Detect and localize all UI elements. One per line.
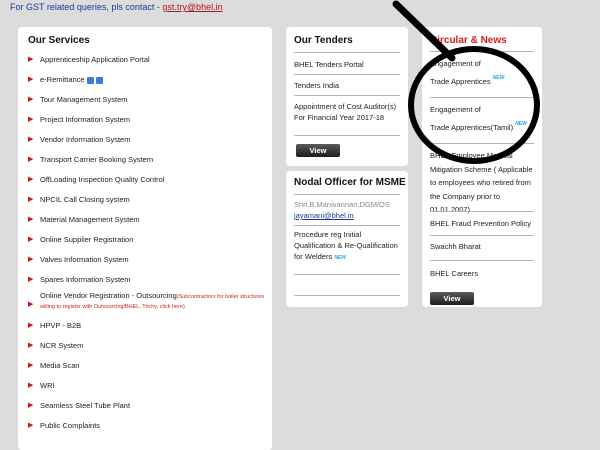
arrow-right-icon: ▶ <box>28 342 34 349</box>
tenders-title: Our Tenders <box>294 35 353 46</box>
service-item-vendor-outsourcing[interactable]: ▶ Online Vendor Registration - Outsourcin… <box>28 291 268 311</box>
arrow-right-icon: ▶ <box>28 216 34 223</box>
arrow-right-icon: ▶ <box>28 276 34 283</box>
services-list: ▶ Apprenticeship Application Portal ▶ e-Re… <box>28 56 268 430</box>
nodal-officer-panel: Nodal Officer for MSME Shri.B.Manivannan… <box>286 171 408 307</box>
news-view-button[interactable]: View <box>430 292 474 305</box>
nodal-title: Nodal Officer for MSME <box>294 177 406 188</box>
service-item-ncr-system[interactable]: ▶ NCR System <box>28 342 268 350</box>
divider <box>430 143 534 144</box>
arrow-right-icon: ▶ <box>28 301 34 308</box>
divider <box>294 274 400 275</box>
arrow-right-icon: ▶ <box>28 76 34 83</box>
arrow-right-icon: ▶ <box>28 96 34 103</box>
new-badge-icon: NEW <box>492 75 505 81</box>
arrow-right-icon: ▶ <box>28 116 34 123</box>
service-item-hpvp-b2b[interactable]: ▶ HPVP - B2B <box>28 322 268 330</box>
info-icon[interactable] <box>95 76 103 84</box>
service-item-supplier-registration[interactable]: ▶ Online Supplier Registration <box>28 236 268 244</box>
news-item-trade-apprentices[interactable]: Engagement of Trade Apprentices NEW <box>430 58 504 87</box>
service-item-valves-information[interactable]: ▶ Valves Information System <box>28 256 268 264</box>
arrow-right-icon: ▶ <box>28 156 34 163</box>
divider <box>430 211 534 212</box>
service-item-apprenticeship[interactable]: ▶ Apprenticeship Application Portal <box>28 56 268 64</box>
arrow-right-icon: ▶ <box>28 196 34 203</box>
welder-qualification-link[interactable]: Procedure reg Initial Qualification & Re… <box>294 229 404 264</box>
service-item-transport-carrier[interactable]: ▶ Transport Carrier Booking System <box>28 156 268 164</box>
service-item-offloading-inspection[interactable]: ▶ OffLoading Inspection Quality Control <box>28 176 268 184</box>
our-tenders-panel: Our Tenders BHEL Tenders Portal Tenders … <box>286 27 408 166</box>
divider <box>294 74 400 75</box>
arrow-right-icon: ▶ <box>28 382 34 389</box>
arrow-right-icon: ▶ <box>28 136 34 143</box>
new-badge-icon: NEW <box>515 121 527 127</box>
nodal-officer-email[interactable]: jayamani@bhel.in <box>294 210 354 221</box>
divider <box>294 295 400 296</box>
arrow-right-icon: ▶ <box>28 236 34 243</box>
our-services-panel: Our Services ▶ Apprenticeship Application… <box>18 27 272 450</box>
news-item-fraud-policy[interactable]: BHEL Fraud Prevention Policy <box>430 218 531 229</box>
service-item-material-management[interactable]: ▶ Material Management System <box>28 216 268 224</box>
divider <box>294 194 400 195</box>
divider <box>294 52 400 53</box>
info-icon[interactable] <box>86 76 94 84</box>
news-title: Circular & News <box>430 35 507 46</box>
service-item-npcil[interactable]: ▶ NPCIL Call Closing system <box>28 196 268 204</box>
arrow-right-icon: ▶ <box>28 422 34 429</box>
service-item-seamless-steel[interactable]: ▶ Seamless Steel Tube Plant <box>28 402 268 410</box>
tender-link-cost-auditor[interactable]: Appointment of Cost Auditor(s) For Finan… <box>294 101 402 123</box>
divider <box>294 225 400 226</box>
nodal-officer-name: Shri.B.Manivannan,DGM/OS <box>294 200 390 209</box>
arrow-right-icon: ▶ <box>28 176 34 183</box>
tender-link-bhel-portal[interactable]: BHEL Tenders Portal <box>294 59 364 70</box>
divider <box>430 260 534 261</box>
service-item-spares-information[interactable]: ▶ Spares Information System <box>28 276 268 284</box>
new-badge-icon: NEW <box>334 255 346 261</box>
divider <box>430 51 534 52</box>
divider <box>294 135 400 136</box>
gst-notice: For GST related queries, pls contact - g… <box>10 2 223 12</box>
circular-news-panel: Circular & News Engagement of Trade Appr… <box>422 27 542 307</box>
arrow-right-icon: ▶ <box>28 322 34 329</box>
tender-link-tenders-india[interactable]: Tenders India <box>294 80 339 91</box>
gst-email-link[interactable]: gst.try@bhel.in <box>162 2 222 12</box>
service-item-vendor-information[interactable]: ▶ Vendor Information System <box>28 136 268 144</box>
news-item-careers[interactable]: BHEL Careers <box>430 268 478 279</box>
divider <box>430 97 534 98</box>
divider <box>430 235 534 236</box>
service-item-project-information[interactable]: ▶ Project Information System <box>28 116 268 124</box>
service-item-wri[interactable]: ▶ WRI <box>28 382 268 390</box>
news-item-swachh-bharat[interactable]: Swachh Bharat <box>430 241 481 252</box>
service-item-tour-management[interactable]: ▶ Tour Management System <box>28 96 268 104</box>
gst-notice-text: For GST related queries, pls contact - <box>10 2 160 12</box>
service-item-media-scan[interactable]: ▶ Media Scan <box>28 362 268 370</box>
arrow-right-icon: ▶ <box>28 402 34 409</box>
service-item-public-complaints[interactable]: ▶ Public Complaints <box>28 422 268 430</box>
service-item-e-remittance[interactable]: ▶ e-Remittance <box>28 76 268 84</box>
services-title: Our Services <box>28 35 90 46</box>
news-item-trade-apprentices-tamil[interactable]: Engagement of Trade Apprentices(Tamil) N… <box>430 104 527 133</box>
arrow-right-icon: ▶ <box>28 56 34 63</box>
news-item-medical-mitigation[interactable]: BHEL Employee Medical Mitigation Scheme … <box>430 149 540 217</box>
divider <box>294 95 400 96</box>
arrow-right-icon: ▶ <box>28 256 34 263</box>
arrow-right-icon: ▶ <box>28 362 34 369</box>
tenders-view-button[interactable]: View <box>296 144 340 157</box>
